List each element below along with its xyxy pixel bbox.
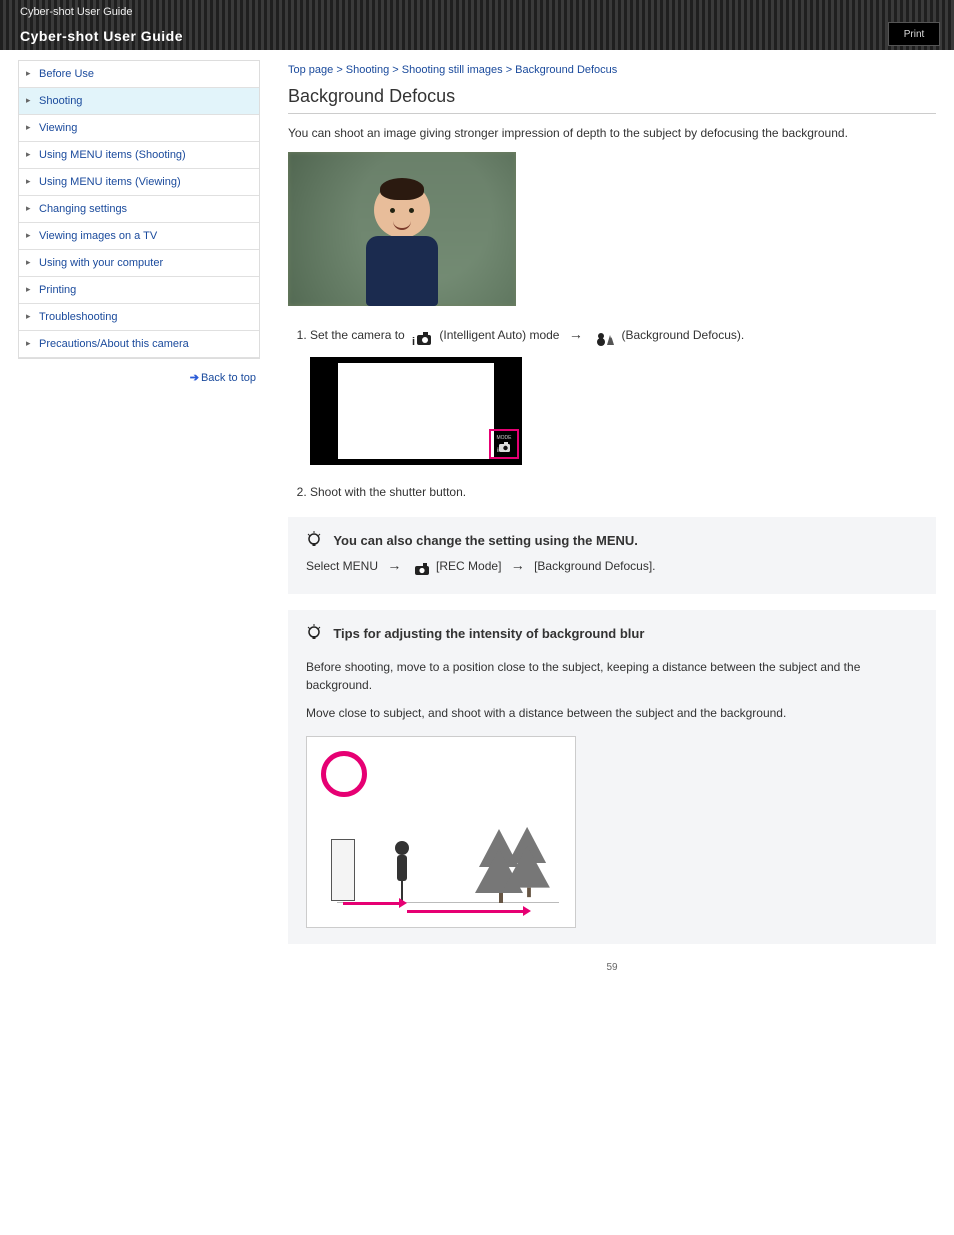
sidebar-item-shooting[interactable]: Shooting [19,88,259,115]
distance-arrow-1 [343,902,401,905]
trees-diagram-icon [477,793,557,903]
menu-hint-box: You can also change the setting using th… [288,517,936,594]
arrow-right-icon: → [387,557,401,573]
back-to-top-label: Back to top [201,372,256,384]
back-to-top-link[interactable]: ➔Back to top [18,371,260,384]
mode-button-highlight: MODE i [489,429,519,459]
camera-diagram-icon [331,839,355,901]
arrow-right-icon: → [511,557,525,573]
step-1: Set the camera to i (Intelligent Auto) m… [310,324,936,465]
svg-text:i: i [497,447,499,453]
hint-icon [306,624,322,648]
person-diagram-icon [389,841,415,901]
arrow-right-icon: → [569,326,583,342]
sidebar-nav: Before Use Shooting Viewing Using MENU i… [18,60,260,359]
svg-text:i: i [412,336,415,347]
step1-text-c: (Background Defocus). [622,328,745,342]
tips-title: Tips for adjusting the intensity of back… [333,626,644,641]
sidebar-item-menu-shooting[interactable]: Using MENU items (Shooting) [19,142,259,169]
tips-body1: Before shooting, move to a position clos… [306,658,918,694]
intelligent-auto-icon: i [411,329,433,347]
step1-text-b: (Intelligent Auto) mode [439,328,562,342]
tips-body2: Move close to subject, and shoot with a … [306,704,918,722]
sample-photo [288,152,516,306]
page-number: 59 [288,962,936,973]
step1-text-a: Set the camera to [310,328,408,342]
menu-hint-title: You can also change the setting using th… [333,533,638,548]
breadcrumb[interactable]: Top page > Shooting > Shooting still ima… [288,64,936,76]
note1-c: [Background Defocus]. [534,559,655,573]
lcd-illustration: MODE i [310,357,522,465]
sidebar-item-troubleshooting[interactable]: Troubleshooting [19,304,259,331]
distance-diagram [306,736,576,928]
background-defocus-icon [595,329,615,347]
sidebar-item-tv[interactable]: Viewing images on a TV [19,223,259,250]
intro-text: You can shoot an image giving stronger i… [288,124,936,142]
print-button[interactable]: Print [888,22,940,46]
header-bar: Cyber-shot User Guide Cyber-shot User Gu… [0,0,954,50]
guide-title: Cyber-shot User Guide [20,28,183,44]
page-title: Background Defocus [288,86,936,114]
note1-b: [REC Mode] [436,559,505,573]
sidebar-item-changing-settings[interactable]: Changing settings [19,196,259,223]
sidebar-item-viewing[interactable]: Viewing [19,115,259,142]
hint-icon [306,531,322,555]
tips-box: Tips for adjusting the intensity of back… [288,610,936,944]
note1-a: Select MENU [306,559,381,573]
sidebar-item-precautions[interactable]: Precautions/About this camera [19,331,259,358]
sidebar-item-before-use[interactable]: Before Use [19,61,259,88]
site-label: Cyber-shot User Guide [20,6,133,18]
camera-rec-icon [414,560,430,579]
steps-list: Set the camera to i (Intelligent Auto) m… [288,324,936,501]
step-2: Shoot with the shutter button. [310,483,936,501]
good-indicator-circle-icon [321,751,367,797]
distance-arrow-2 [407,910,525,913]
sidebar-item-computer[interactable]: Using with your computer [19,250,259,277]
sidebar-item-menu-viewing[interactable]: Using MENU items (Viewing) [19,169,259,196]
sidebar-item-printing[interactable]: Printing [19,277,259,304]
arrow-icon: ➔ [190,372,199,384]
